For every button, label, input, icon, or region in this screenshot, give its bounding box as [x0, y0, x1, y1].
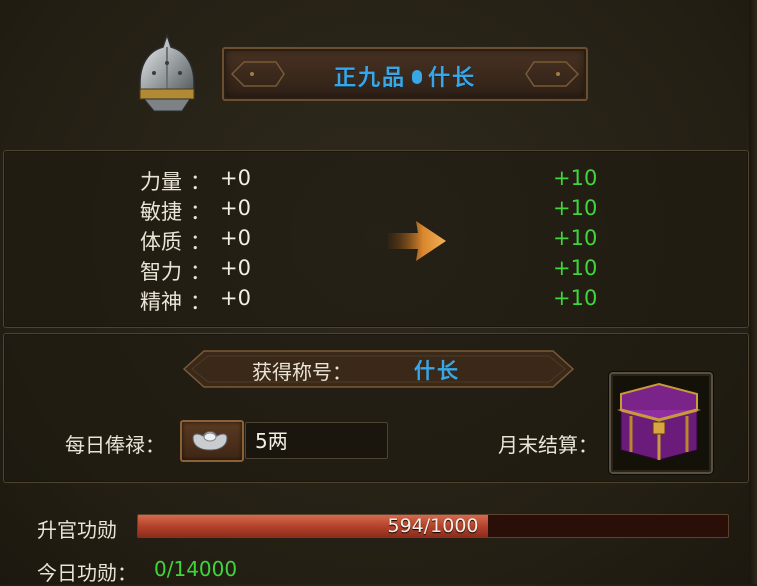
today-merit-label: 今日功勋： — [37, 561, 137, 585]
ornament-right-icon — [525, 61, 580, 87]
stat-label: 精神 — [140, 290, 182, 314]
stat-colon: ： — [190, 170, 211, 194]
month-end-chest-slot[interactable] — [609, 372, 713, 474]
promotion-merit-text: 594/1000 — [387, 515, 479, 537]
stat-next: +10 — [553, 226, 598, 250]
stat-current: +0 — [220, 256, 251, 280]
month-end-label: 月末结算： — [498, 433, 598, 457]
stat-label: 智力 — [140, 260, 182, 284]
stat-label: 体质 — [140, 230, 182, 254]
stat-current: +0 — [220, 196, 251, 220]
stat-next: +10 — [553, 256, 598, 280]
honor-title-label: 获得称号： — [252, 360, 352, 384]
silver-ingot-icon — [192, 431, 228, 451]
rank-level: 正九品 — [333, 66, 406, 91]
stat-next: +10 — [553, 166, 598, 190]
promotion-merit-bar: 594/1000 — [137, 514, 729, 538]
helmet-icon — [134, 32, 200, 113]
reward-panel: 获得称号： 什长 每日俸禄： 5两 月末结算： — [3, 333, 749, 483]
rank-title-plate: 正九品 什长 — [222, 47, 588, 101]
stat-current: +0 — [220, 166, 251, 190]
stat-colon: ： — [190, 200, 211, 224]
honor-title-value: 什长 — [414, 359, 460, 383]
stat-label: 力量 — [140, 170, 182, 194]
treasure-chest-icon — [617, 382, 701, 461]
stat-row-constitution: 体质 ： +0 +10 — [4, 226, 748, 256]
stat-row-intellect: 智力 ： +0 +10 — [4, 256, 748, 286]
daily-salary-value: 5两 — [245, 422, 388, 459]
stat-colon: ： — [190, 230, 211, 254]
rank-name: 什长 — [428, 66, 477, 91]
stat-next: +10 — [553, 286, 598, 310]
stat-label: 敏捷 — [140, 200, 182, 224]
arrow-right-icon — [388, 221, 446, 261]
honor-title-plate: 获得称号： 什长 — [182, 349, 575, 389]
today-merit-value: 0/14000 — [154, 557, 238, 581]
stat-colon: ： — [190, 290, 211, 314]
stat-next: +10 — [553, 196, 598, 220]
daily-salary-label: 每日俸禄： — [65, 433, 165, 457]
stat-row-spirit: 精神 ： +0 +10 — [4, 286, 748, 316]
silver-ingot-button[interactable] — [180, 420, 244, 462]
stat-current: +0 — [220, 226, 251, 250]
separator-dot — [412, 70, 422, 84]
stat-current: +0 — [220, 286, 251, 310]
stat-row-strength: 力量 ： +0 +10 — [4, 166, 748, 196]
stat-colon: ： — [190, 260, 211, 284]
window-edge — [749, 0, 757, 584]
promotion-merit-label: 升官功勋 — [37, 518, 117, 542]
stat-row-agility: 敏捷 ： +0 +10 — [4, 196, 748, 226]
attribute-panel: 力量 ： +0 +10 敏捷 ： +0 +10 体质 ： +0 +10 智力 ：… — [3, 150, 749, 328]
